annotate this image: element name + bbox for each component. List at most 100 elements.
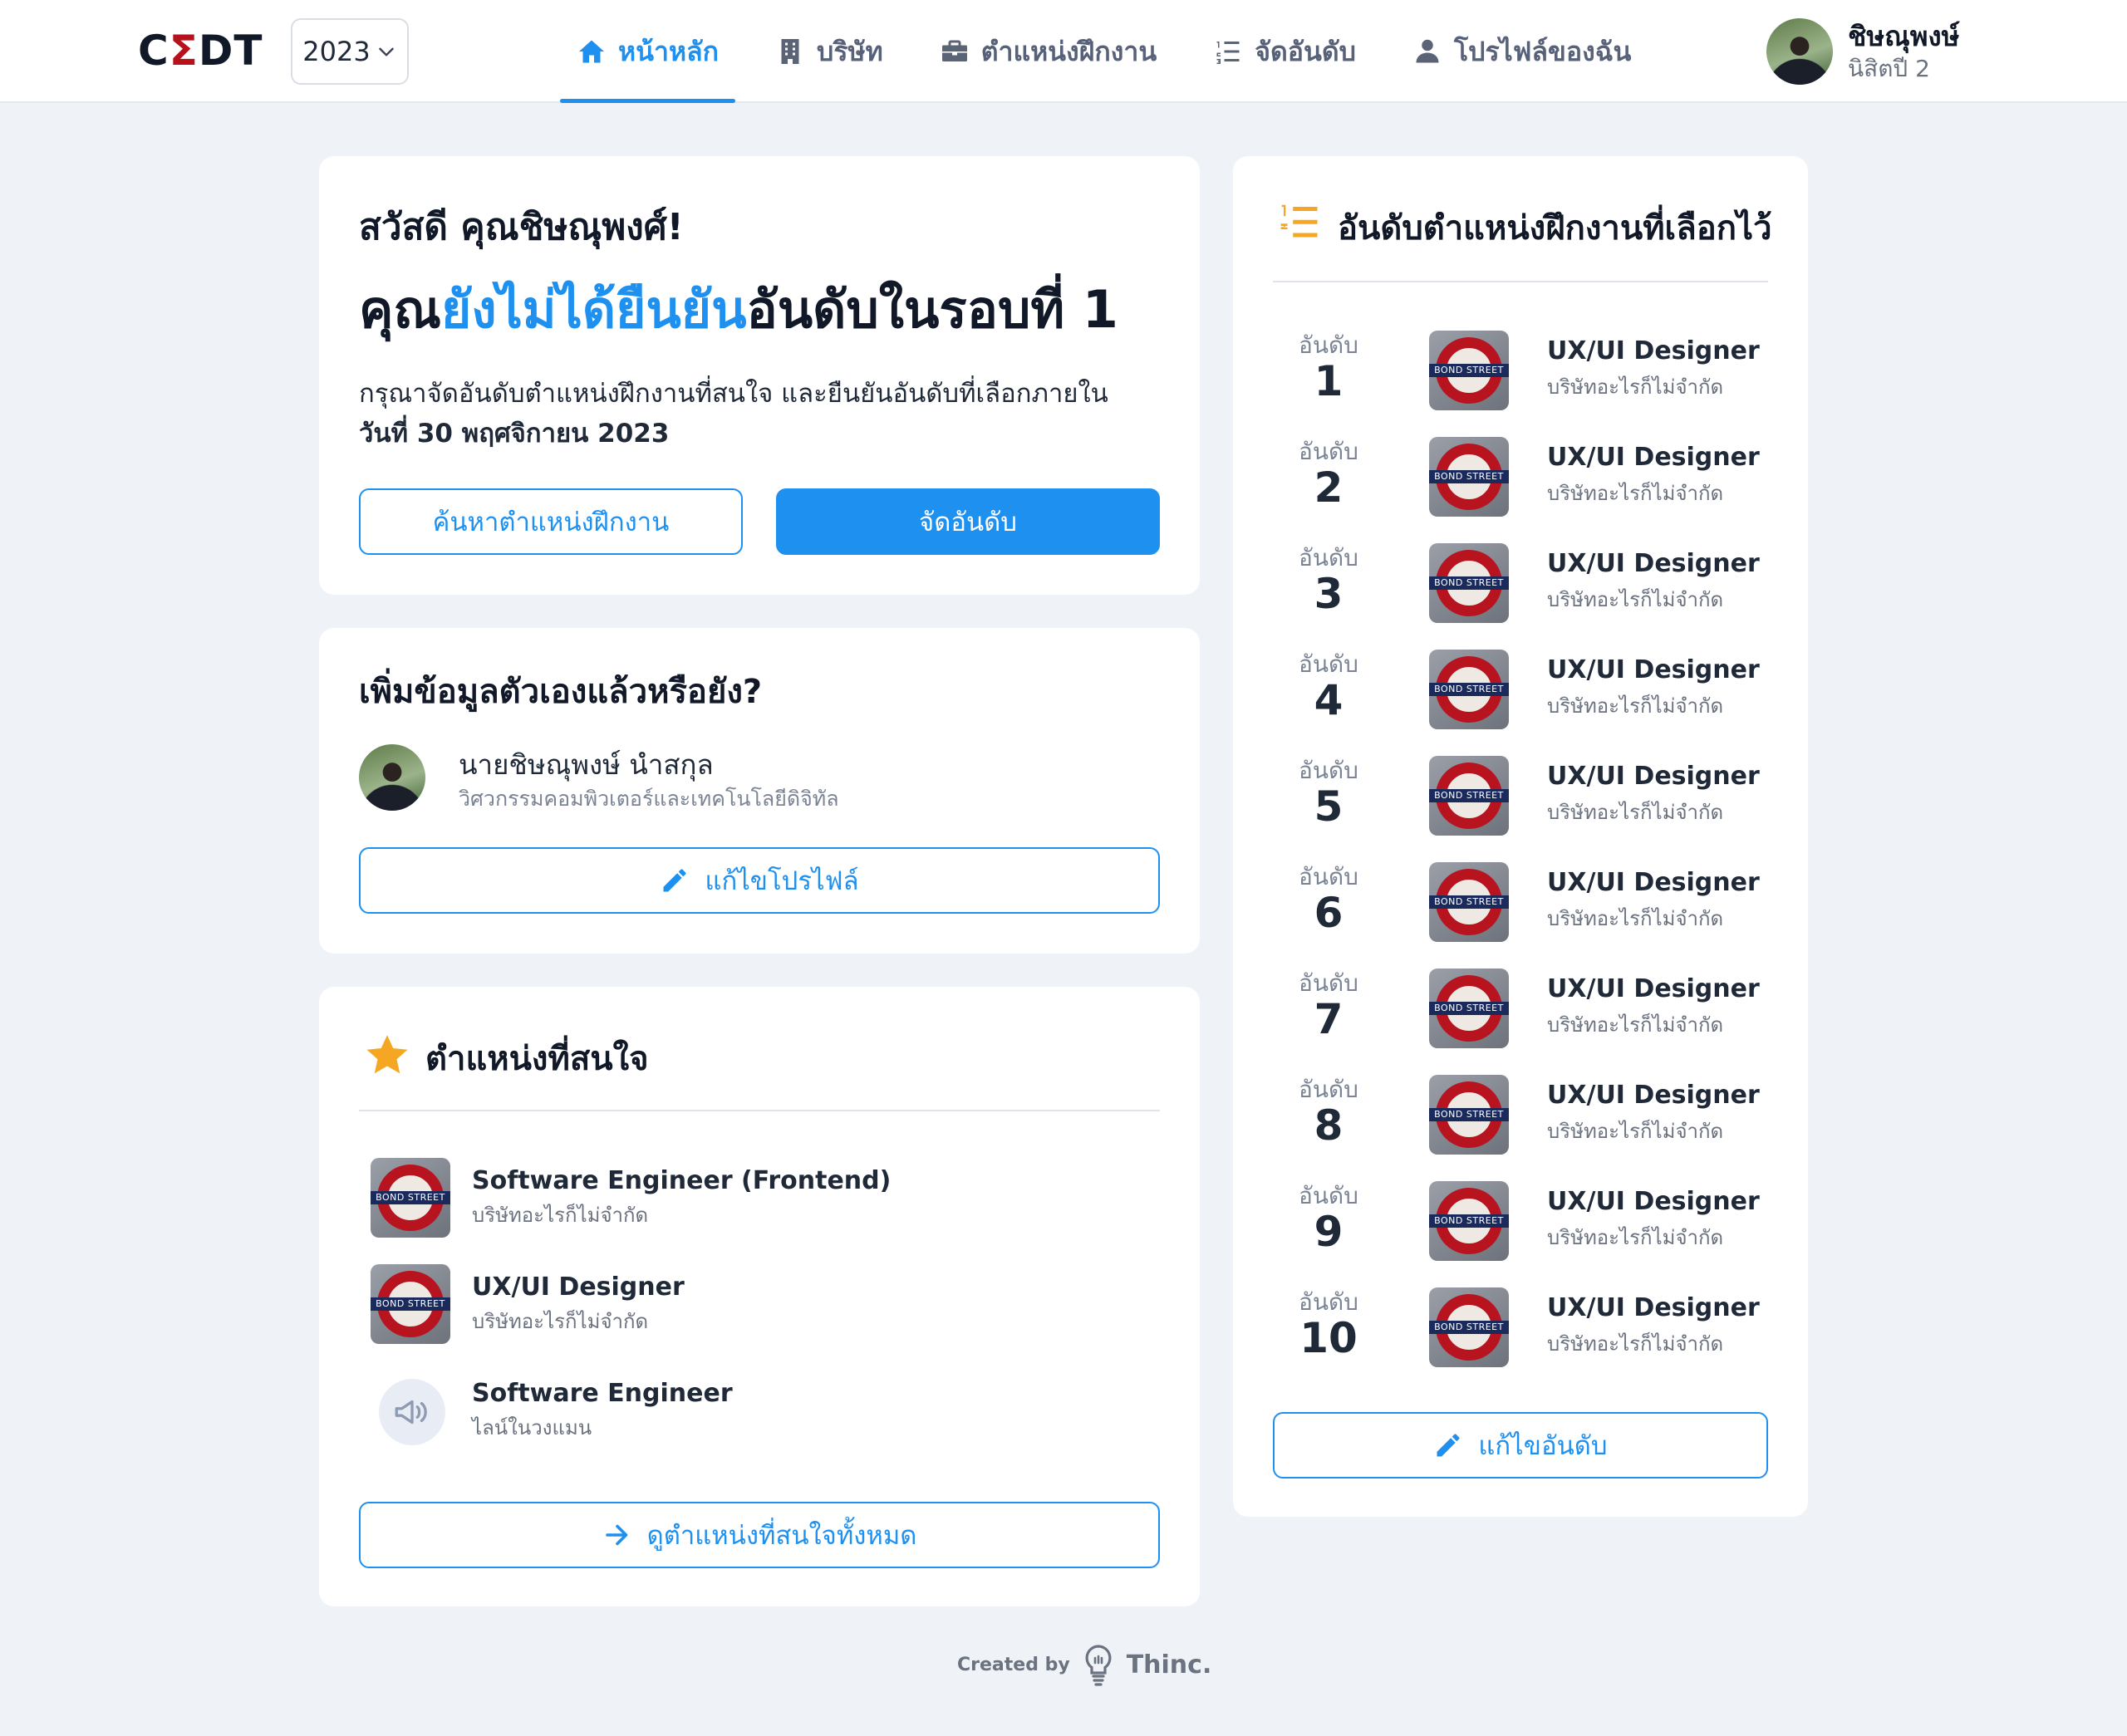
nav-item-label: โปรไฟล์ของฉัน bbox=[1453, 35, 1632, 67]
year-select[interactable]: 2023 bbox=[291, 18, 409, 85]
company-logo: BOND STREET bbox=[1429, 862, 1509, 942]
rank-number: 3 bbox=[1314, 570, 1343, 618]
welcome-card: สวัสดี คุณชิษณุพงศ์! คุณยังไม่ได้ยืนยันอ… bbox=[319, 156, 1200, 595]
nav-item-home[interactable]: หน้าหลัก bbox=[560, 0, 736, 103]
company-name: บริษัทอะไรก็ไม่จำกัด bbox=[472, 1310, 649, 1333]
company-logo: BOND STREET bbox=[371, 1158, 450, 1238]
thinc-brand: Thinc. bbox=[1126, 1650, 1212, 1680]
company-logo: BOND STREET bbox=[1429, 331, 1509, 410]
button-label: แก้ไขอันดับ bbox=[1478, 1431, 1608, 1461]
nav-item-label: จัดอันดับ bbox=[1255, 35, 1356, 67]
company-logo: BOND STREET bbox=[1429, 1075, 1509, 1155]
divider bbox=[1273, 281, 1768, 282]
ranking-title: อันดับตำแหน่งฝึกงานที่เลือกไว้ bbox=[1338, 209, 1772, 248]
position-title: UX/UI Designer bbox=[1547, 1081, 1760, 1110]
rank-row[interactable]: อันดับ 1 BOND STREET UX/UI Designer บริษัทอะ… bbox=[1273, 327, 1771, 415]
top-navbar: C Σ DT 2023 หน้าหลัก บริษัท ตำแหน่งฝึกงาน … bbox=[0, 0, 2127, 103]
company-name: บริษัทอะไรก็ไม่จำกัด bbox=[1547, 375, 1724, 399]
nav-item-profile[interactable]: โปรไฟล์ของฉัน bbox=[1396, 0, 1648, 103]
profile-faculty: วิศวกรรมคอมพิวเตอร์และเทคโนโลยีดิจิทัล bbox=[459, 787, 839, 811]
company-logo: BOND STREET bbox=[1429, 969, 1509, 1048]
rank-number: 4 bbox=[1314, 676, 1343, 724]
rank-row[interactable]: อันดับ 2 BOND STREET UX/UI Designer บริษัทอะ… bbox=[1273, 434, 1771, 522]
rank-row[interactable]: อันดับ 7 BOND STREET UX/UI Designer บริษัทอะ… bbox=[1273, 965, 1771, 1053]
company-logo: BOND STREET bbox=[1429, 1181, 1509, 1261]
company-logo: BOND STREET bbox=[371, 1264, 450, 1344]
rank-number: 7 bbox=[1314, 995, 1343, 1043]
list-item[interactable]: BOND STREET UX/UI Designer บริษัทอะไรก็ไ… bbox=[371, 1264, 685, 1344]
company-name: บริษัทอะไรก็ไม่จำกัด bbox=[1547, 1332, 1724, 1356]
rank-number: 1 bbox=[1314, 357, 1343, 405]
edit-profile-button[interactable]: แก้ไขโปรไฟล์ bbox=[359, 847, 1160, 914]
ranking-status: คุณยังไม่ได้ยืนยันอันดับในรอบที่ 1 bbox=[359, 269, 1118, 351]
divider bbox=[359, 1110, 1160, 1111]
home-icon bbox=[579, 40, 604, 63]
company-logo: BOND STREET bbox=[1429, 543, 1509, 623]
company-name: บริษัทอะไรก็ไม่จำกัด bbox=[1547, 801, 1724, 824]
company-logo: BOND STREET bbox=[1429, 1287, 1509, 1367]
position-title: UX/UI Designer bbox=[1547, 1293, 1760, 1322]
pencil-icon bbox=[1437, 1434, 1460, 1457]
company-name: บริษัทอะไรก็ไม่จำกัด bbox=[1547, 1013, 1724, 1037]
logo-letter-dt: DT bbox=[198, 27, 263, 75]
main-nav: หน้าหลัก บริษัท ตำแหน่งฝึกงาน จัดอันดับ … bbox=[560, 0, 1671, 103]
cedt-logo[interactable]: C Σ DT bbox=[138, 27, 263, 75]
megaphone-icon bbox=[395, 1400, 427, 1425]
position-title: UX/UI Designer bbox=[1547, 868, 1760, 897]
rank-row[interactable]: อันดับ 5 BOND STREET UX/UI Designer บริษัทอะ… bbox=[1273, 753, 1771, 841]
user-name: ชิษณุพงษ์ bbox=[1848, 20, 1960, 52]
profile-card: เพิ่มข้อมูลตัวเองแล้วหรือยัง? นายชิษณุพง… bbox=[319, 628, 1200, 954]
list-item[interactable]: BOND STREET Software Engineer (Frontend)… bbox=[371, 1158, 891, 1238]
nav-item-label: บริษัท bbox=[817, 35, 883, 67]
rank-row[interactable]: อันดับ 10 BOND STREET UX/UI Designer บริษัทอ… bbox=[1273, 1284, 1771, 1372]
position-title: UX/UI Designer bbox=[1547, 336, 1760, 365]
company-name: บริษัทอะไรก็ไม่จำกัด bbox=[1547, 694, 1724, 718]
nav-item-label: ตำแหน่งฝึกงาน bbox=[980, 35, 1157, 67]
created-by-label: Created by bbox=[957, 1654, 1070, 1675]
footer: Created by Thinc. bbox=[957, 1641, 1211, 1688]
company-logo: BOND STREET bbox=[1429, 437, 1509, 517]
user-icon bbox=[1416, 39, 1439, 63]
rank-row[interactable]: อันดับ 6 BOND STREET UX/UI Designer บริษัทอะ… bbox=[1273, 859, 1771, 947]
position-title: UX/UI Designer bbox=[1547, 1187, 1760, 1216]
nav-item-ranking[interactable]: จัดอันดับ bbox=[1196, 0, 1373, 103]
year-value: 2023 bbox=[302, 36, 371, 67]
position-title: UX/UI Designer bbox=[1547, 974, 1760, 1003]
interested-title: ตำแหน่งที่สนใจ bbox=[425, 1040, 649, 1078]
instruction-line: กรุณาจัดอันดับตำแหน่งฝึกงานที่สนใจ และยื… bbox=[359, 379, 1108, 409]
company-name: บริษัทอะไรก็ไม่จำกัด bbox=[1547, 1120, 1724, 1143]
view-all-interested-button[interactable]: ดูตำแหน่งที่สนใจทั้งหมด bbox=[359, 1502, 1160, 1568]
pencil-icon bbox=[663, 869, 686, 892]
star-icon bbox=[366, 1035, 408, 1074]
rank-number: 2 bbox=[1314, 463, 1343, 512]
rank-row[interactable]: อันดับ 4 BOND STREET UX/UI Designer บริษัทอะ… bbox=[1273, 646, 1771, 734]
nav-item-label: หน้าหลัก bbox=[618, 35, 720, 67]
status-suffix: อันดับในรอบที่ 1 bbox=[746, 279, 1118, 340]
rank-row[interactable]: อันดับ 9 BOND STREET UX/UI Designer บริษัทอะ… bbox=[1273, 1178, 1771, 1266]
user-year: นิสิตปี 2 bbox=[1848, 55, 1930, 82]
search-positions-button[interactable]: ค้นหาตำแหน่งฝึกงาน bbox=[359, 488, 743, 555]
rank-row[interactable]: อันดับ 8 BOND STREET UX/UI Designer บริษัทอะ… bbox=[1273, 1072, 1771, 1160]
interested-positions-card: ตำแหน่งที่สนใจ BOND STREET Software Engi… bbox=[319, 987, 1200, 1606]
company-name: บริษัทอะไรก็ไม่จำกัด bbox=[1547, 482, 1724, 505]
edit-ranking-button[interactable]: แก้ไขอันดับ bbox=[1273, 1412, 1768, 1479]
nav-item-company[interactable]: บริษัท bbox=[759, 0, 900, 103]
position-title: UX/UI Designer bbox=[1547, 443, 1760, 472]
rank-button[interactable]: จัดอันดับ bbox=[776, 488, 1160, 555]
nav-item-positions[interactable]: ตำแหน่งฝึกงาน bbox=[923, 0, 1174, 103]
briefcase-icon bbox=[941, 40, 967, 61]
rank-row[interactable]: อันดับ 3 BOND STREET UX/UI Designer บริษัทอะ… bbox=[1273, 540, 1771, 628]
avatar bbox=[359, 744, 425, 811]
rank-number: 8 bbox=[1314, 1101, 1343, 1150]
instruction-text: กรุณาจัดอันดับตำแหน่งฝึกงานที่สนใจ และยื… bbox=[359, 374, 1157, 454]
position-title: Software Engineer (Frontend) bbox=[472, 1166, 892, 1195]
chevron-down-icon bbox=[378, 47, 394, 56]
lightbulb-icon bbox=[1085, 1645, 1112, 1686]
list-item[interactable]: Software Engineer ไลน์ในวงแมน bbox=[371, 1371, 733, 1450]
button-label: ค้นหาตำแหน่งฝึกงาน bbox=[432, 508, 670, 537]
user-menu[interactable]: ชิษณุพงษ์ นิสิตปี 2 bbox=[1766, 17, 1959, 86]
profile-card-title: เพิ่มข้อมูลตัวเองแล้วหรือยัง? bbox=[359, 673, 763, 711]
selected-ranking-card: อันดับตำแหน่งฝึกงานที่เลือกไว้ อันดับ 1 BO… bbox=[1233, 156, 1808, 1517]
status-prefix: คุณ bbox=[359, 279, 441, 340]
company-logo: BOND STREET bbox=[1429, 756, 1509, 836]
